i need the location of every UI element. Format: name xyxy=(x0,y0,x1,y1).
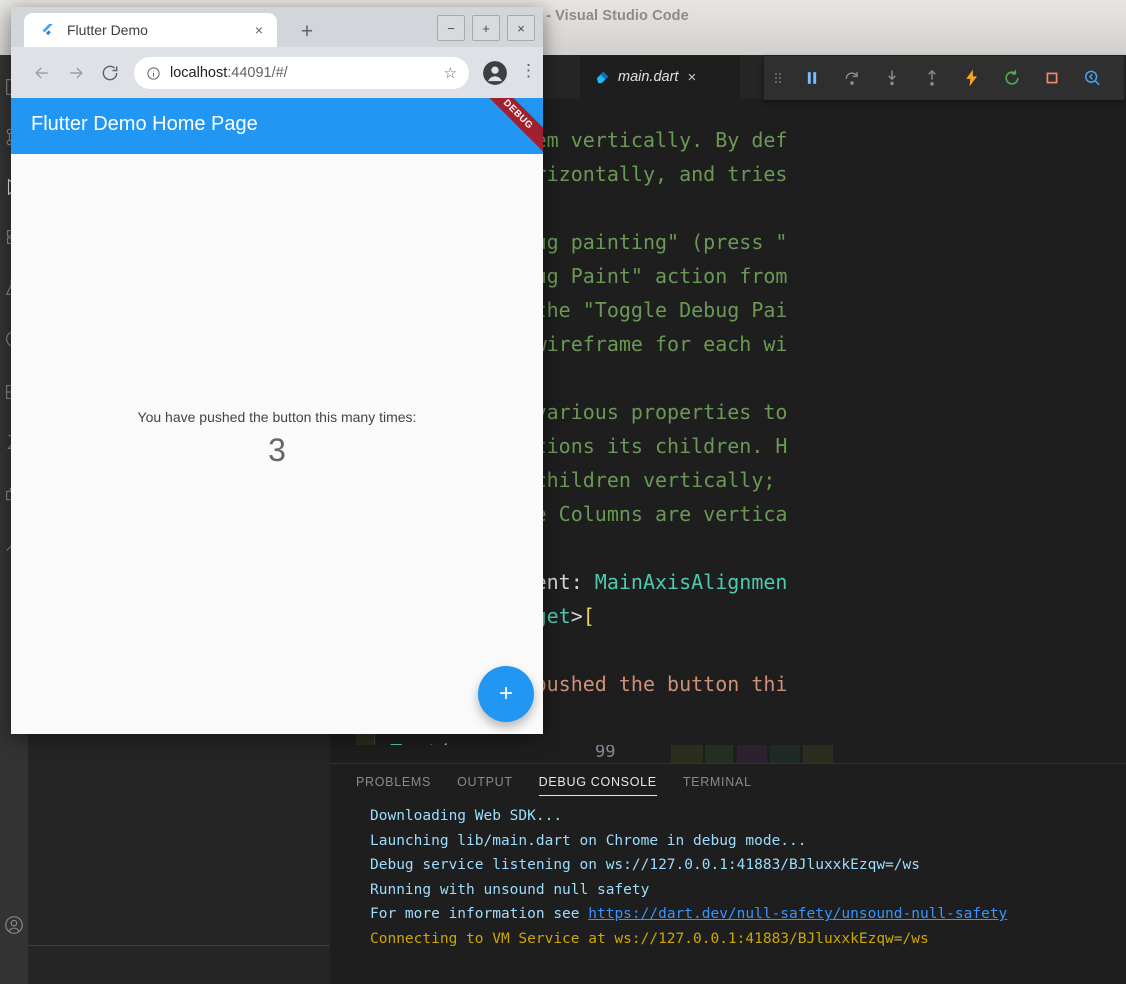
hot-reload-icon[interactable] xyxy=(952,56,992,100)
debug-toolbar[interactable] xyxy=(764,56,1124,100)
panel-tab-debug-console[interactable]: DEBUG CONSOLE xyxy=(538,764,657,800)
console-text: Launching lib/main.dart on Chrome in deb… xyxy=(370,832,807,849)
screen-root: main.dart - taxi - Visual Studio Code ma… xyxy=(0,0,1126,984)
minimap-block xyxy=(803,745,833,763)
flutter-app-body: You have pushed the button this many tim… xyxy=(11,154,543,734)
minimap-block xyxy=(737,745,767,763)
panel-tab-output[interactable]: OUTPUT xyxy=(457,764,513,800)
app-bar-title: Flutter Demo Home Page xyxy=(31,113,258,135)
pause-icon[interactable] xyxy=(792,56,832,100)
minimap-block xyxy=(770,745,800,763)
url-host: localhost xyxy=(170,65,228,81)
console-link[interactable]: https://dart.dev/null-safety/unsound-nul… xyxy=(588,906,1007,922)
console-text: Downloading Web SDK... xyxy=(370,808,563,824)
close-button[interactable]: × xyxy=(507,15,535,41)
forward-arrow-icon[interactable] xyxy=(59,56,93,90)
flutter-app-bar: Flutter Demo Home Page DEBUG xyxy=(11,98,543,154)
window-controls[interactable]: − + × xyxy=(437,15,535,41)
debug-banner-label: DEBUG xyxy=(500,98,536,132)
chrome-browser-window: Flutter Demo × + − + × localhost:44091/#… xyxy=(11,7,543,734)
editor-tab-main-dart[interactable]: main.dart × xyxy=(580,55,740,99)
console-line: Running with unsound null safety xyxy=(370,878,1126,903)
panel-divider xyxy=(28,945,330,946)
maximize-button[interactable]: + xyxy=(472,15,500,41)
code-token: [ xyxy=(582,604,595,628)
console-line: Downloading Web SDK... xyxy=(370,804,1126,829)
code-token: ( xyxy=(438,740,450,745)
back-arrow-icon[interactable] xyxy=(25,56,59,90)
drag-handle-icon[interactable] xyxy=(764,56,792,100)
close-icon[interactable]: × xyxy=(687,70,696,85)
dart-file-icon xyxy=(594,69,611,86)
debug-banner: DEBUG xyxy=(476,98,543,154)
editor-tab-label: main.dart xyxy=(618,69,679,85)
console-text: Connecting to VM Service at ws://127.0.0… xyxy=(370,930,929,947)
counter-value: 3 xyxy=(268,432,286,468)
site-info-icon[interactable] xyxy=(146,66,161,81)
floating-action-button[interactable]: + xyxy=(478,666,534,722)
editor-minimap[interactable]: 99 xyxy=(555,745,1126,763)
console-line: Connecting to VM Service at ws://127.0.0… xyxy=(370,927,1126,952)
chrome-tab-flutter-demo[interactable]: Flutter Demo × xyxy=(24,13,277,47)
inspect-widget-icon[interactable] xyxy=(1072,56,1112,100)
step-into-icon[interactable] xyxy=(872,56,912,100)
step-out-icon[interactable] xyxy=(912,56,952,100)
flutter-logo-icon xyxy=(39,21,56,39)
console-line: Launching lib/main.dart on Chrome in deb… xyxy=(370,829,1126,854)
restart-icon[interactable] xyxy=(992,56,1032,100)
reload-icon[interactable] xyxy=(93,56,127,90)
console-text: Running with unsound null safety xyxy=(370,881,650,898)
panel-tab-problems[interactable]: PROBLEMS xyxy=(356,764,431,800)
code-token: > xyxy=(570,604,583,628)
account-icon[interactable] xyxy=(2,913,26,937)
bottom-panel: PROBLEMS OUTPUT DEBUG CONSOLE TERMINAL Down… xyxy=(330,763,1126,984)
minimize-button[interactable]: − xyxy=(437,15,465,41)
chrome-tab-strip: Flutter Demo × + − + × xyxy=(11,7,543,47)
counter-label: You have pushed the button this many tim… xyxy=(137,409,417,425)
console-text: Debug service listening on ws://127.0.0.… xyxy=(370,857,920,874)
minimap-block xyxy=(705,745,733,763)
console-line: Debug service listening on ws://127.0.0.… xyxy=(370,853,1126,878)
chrome-tab-title: Flutter Demo xyxy=(67,22,148,38)
panel-tab-terminal[interactable]: TERMINAL xyxy=(683,764,752,800)
profile-avatar-icon[interactable] xyxy=(482,60,508,86)
counter-block: You have pushed the button this many tim… xyxy=(11,409,543,469)
code-line: Text( xyxy=(366,735,1126,745)
console-text: For more information see xyxy=(370,906,589,923)
code-token: Text xyxy=(390,740,438,745)
console-line: For more information see https://dart.de… xyxy=(370,902,1126,927)
plus-icon: + xyxy=(498,680,513,707)
url-text: localhost:44091/#/ xyxy=(170,65,288,81)
url-path: :44091/#/ xyxy=(227,65,288,81)
debug-console-output[interactable]: Downloading Web SDK... Launching lib/main… xyxy=(370,804,1126,952)
code-token: MainAxisAlignmen xyxy=(594,570,788,594)
bookmark-star-icon[interactable]: ☆ xyxy=(444,64,457,82)
minimap-block xyxy=(671,745,703,763)
new-tab-button[interactable]: + xyxy=(294,19,320,45)
close-icon[interactable]: × xyxy=(255,23,263,37)
step-over-icon[interactable] xyxy=(832,56,872,100)
stop-icon[interactable] xyxy=(1032,56,1072,100)
panel-tab-bar[interactable]: PROBLEMS OUTPUT DEBUG CONSOLE TERMINAL xyxy=(330,764,1126,800)
minimap-text: 99 xyxy=(595,745,616,762)
address-bar[interactable]: localhost:44091/#/ ☆ xyxy=(134,57,469,89)
chrome-menu-icon[interactable]: ⋮ xyxy=(520,62,537,79)
